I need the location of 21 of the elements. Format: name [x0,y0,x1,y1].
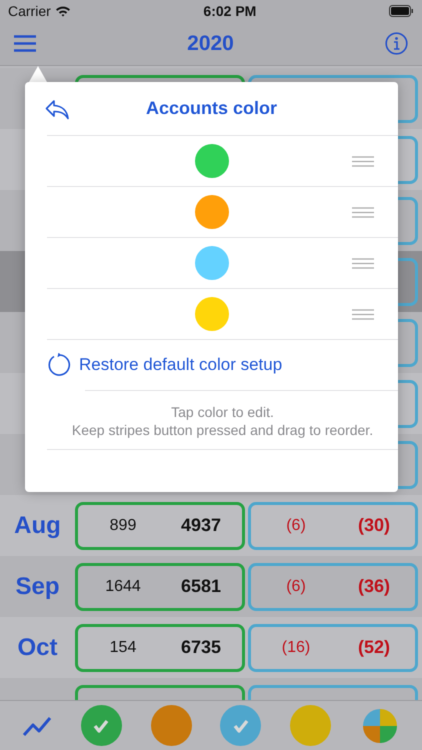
month-label: Sep [15,572,60,600]
hint-text: Keep stripes button pressed and drag to reorder. [70,421,374,439]
total-text: (30) [356,514,391,537]
value-text: 154 [108,638,138,658]
value-text: (6) [285,516,307,536]
status-time: 6:02 PM [203,2,256,20]
total-text: 6581 [180,575,222,598]
value-text: (16) [280,638,312,658]
total-text: 4937 [180,514,222,537]
total-text: (36) [356,575,391,598]
total-text: (52) [356,636,391,659]
value-text: 1644 [104,576,142,596]
carrier-label: Carrier [8,2,51,20]
value-text: 899 [108,516,138,536]
hint-text: Tap color to edit. [170,403,275,421]
screen-title: 2020 [187,30,234,57]
value-text: (6) [285,576,307,596]
month-label: Aug [14,512,61,538]
total-text: 6735 [180,636,222,659]
month-label: Oct [17,634,58,660]
popover-title: Accounts color [146,97,278,120]
